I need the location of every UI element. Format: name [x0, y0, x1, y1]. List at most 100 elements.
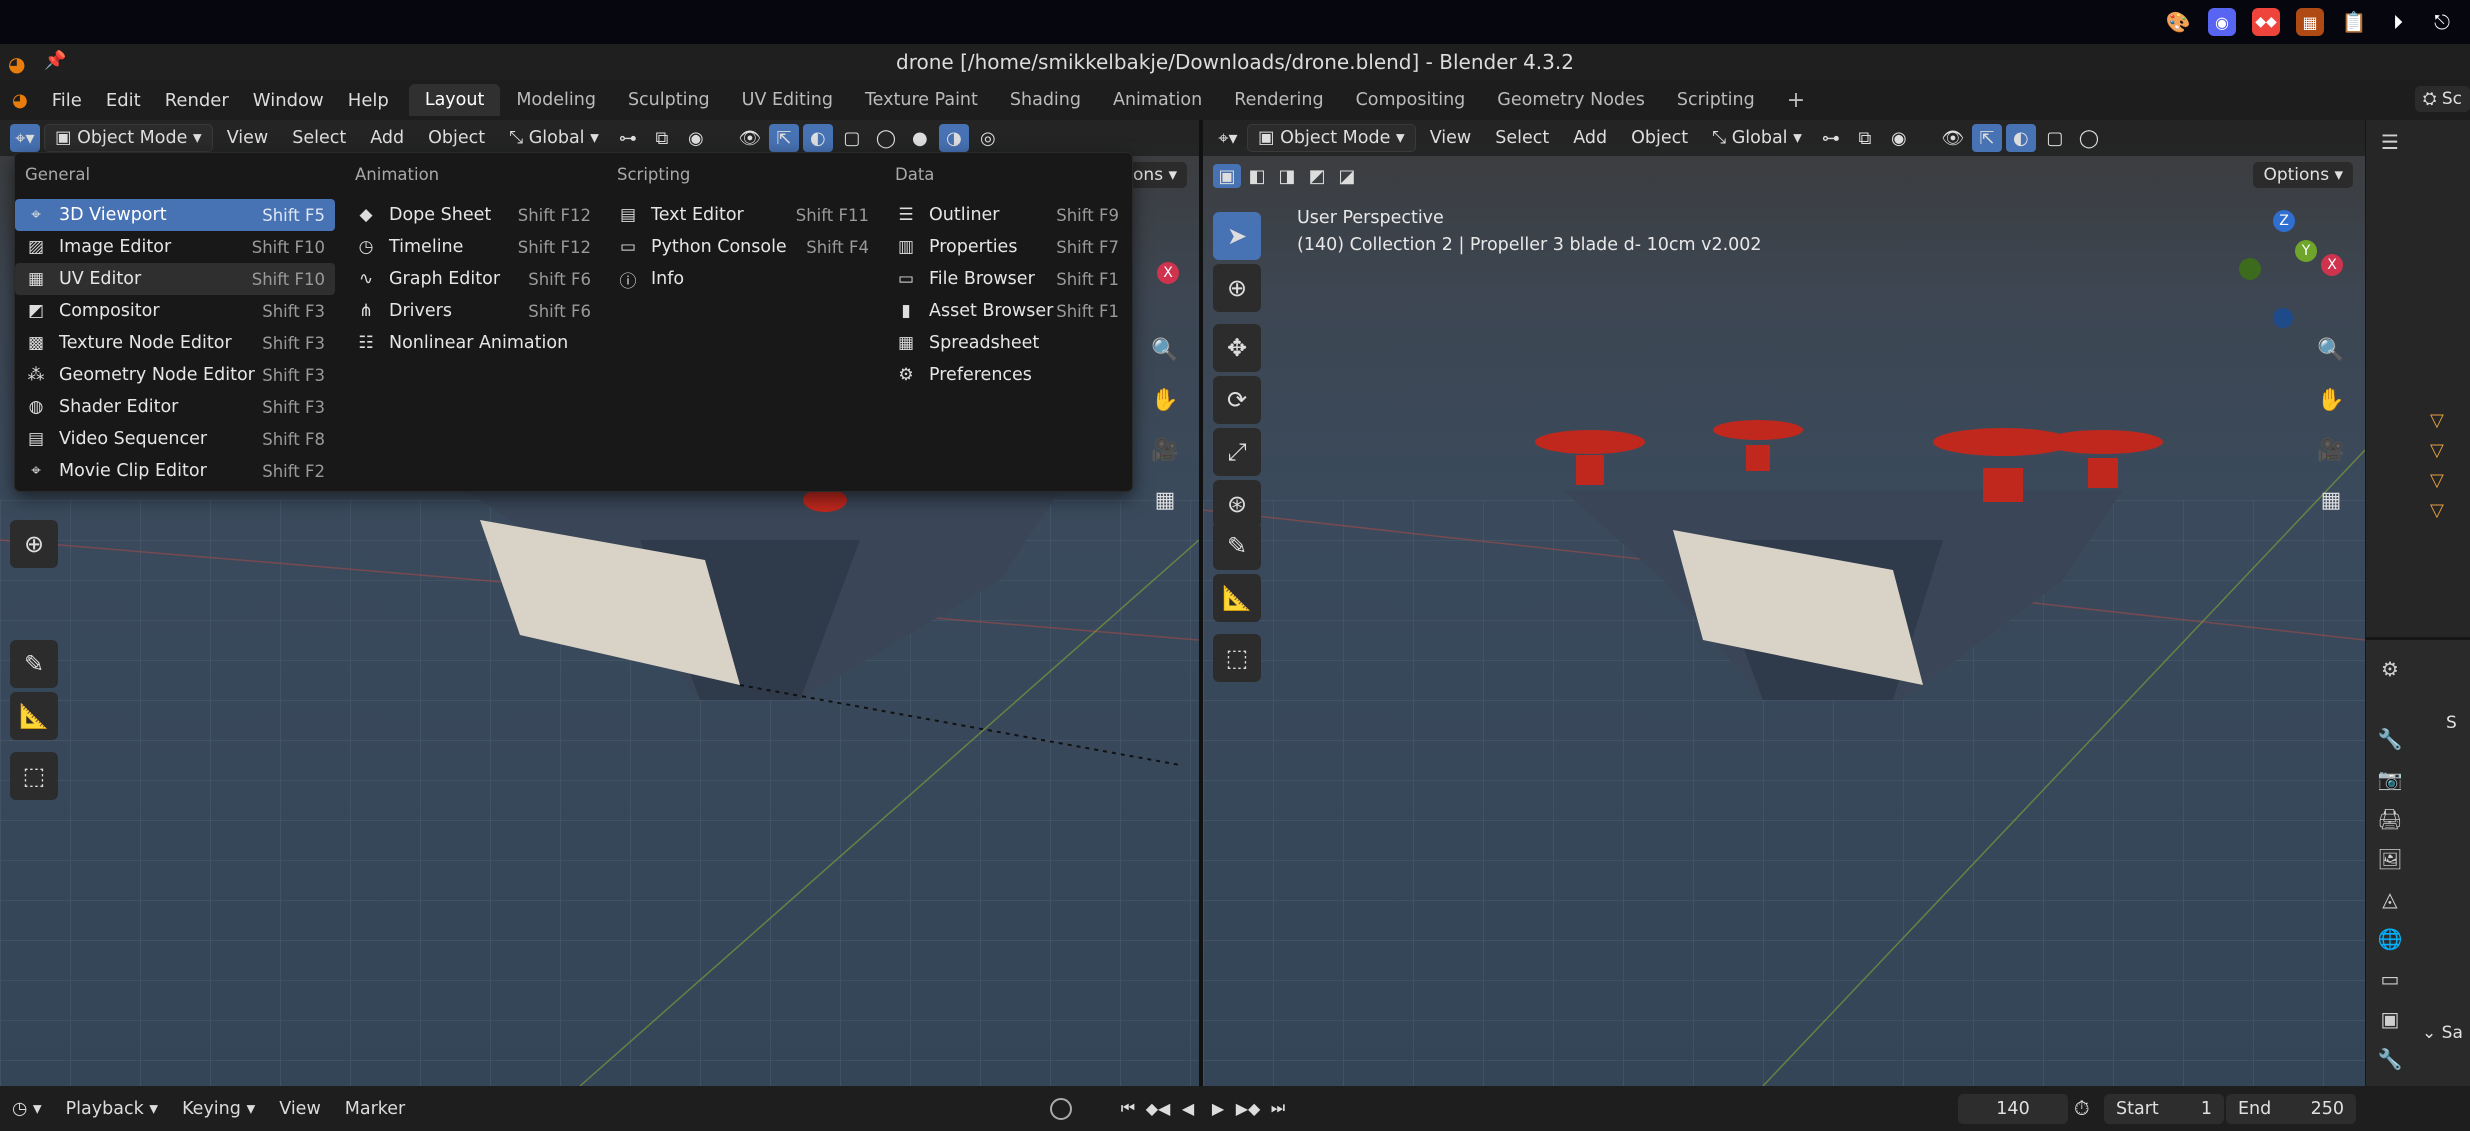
menu-item-dope-sheet[interactable]: ◆ Dope Sheet Shift F12	[345, 199, 601, 231]
outliner-row-icon[interactable]: ▽	[2430, 500, 2444, 521]
tab-sculpting[interactable]: Sculpting	[612, 84, 726, 116]
orientation-dropdown[interactable]: ⤡ Global ▾	[499, 125, 609, 151]
end-frame-field[interactable]: End 250	[2226, 1094, 2356, 1124]
stopwatch-icon[interactable]: ⏱	[2074, 1096, 2090, 1120]
rotate-tool-icon[interactable]: ⟳	[1213, 376, 1261, 424]
wireframe-shading-icon-right[interactable]: ◯	[2074, 124, 2104, 152]
menu-item-drivers[interactable]: ⋔ Drivers Shift F6	[345, 295, 601, 327]
outliner-editor-icon[interactable]: ☰	[2376, 128, 2404, 156]
menu-item-info[interactable]: ⓘ Info	[607, 263, 879, 295]
prev-keyframe-icon[interactable]: ◆◀	[1146, 1095, 1171, 1121]
pivot-icon-right[interactable]: ⊶	[1816, 124, 1846, 152]
world-tab-icon[interactable]: 🌐	[2376, 925, 2404, 953]
tab-compositing[interactable]: Compositing	[1340, 84, 1482, 116]
gizmo-icon[interactable]: ⇱	[768, 124, 799, 152]
mode-dropdown-right[interactable]: ▣ Object Mode ▾	[1247, 124, 1416, 152]
menu-window[interactable]: Window	[241, 90, 336, 111]
next-keyframe-icon[interactable]: ▶◆	[1236, 1095, 1261, 1121]
add-menu[interactable]: Add	[360, 125, 414, 151]
modifier-tab-icon[interactable]: 🔧	[2376, 1045, 2404, 1073]
outliner-row-icon[interactable]: ▽	[2430, 410, 2444, 431]
pan-icon[interactable]: ✋	[1145, 380, 1185, 420]
anydesk-icon[interactable]: ◆◆	[2252, 8, 2280, 36]
tab-geometry-nodes[interactable]: Geometry Nodes	[1481, 84, 1661, 116]
menu-item-geometry-node-editor[interactable]: ⁂ Geometry Node Editor Shift F3	[15, 359, 335, 391]
select-extend-icon[interactable]: ◧	[1243, 164, 1271, 188]
outliner[interactable]: ☰ ▽ ▽ ▽ ▽	[2366, 120, 2470, 640]
scene-tab-icon[interactable]: ◬	[2376, 885, 2404, 913]
jump-end-icon[interactable]: ⏭	[1266, 1095, 1290, 1121]
tab-scripting[interactable]: Scripting	[1661, 84, 1771, 116]
overlay-icon[interactable]: ◐	[802, 124, 833, 152]
menu-file[interactable]: File	[40, 90, 94, 111]
current-frame-field[interactable]: 140	[1958, 1094, 2068, 1124]
menu-item-graph-editor[interactable]: ∿ Graph Editor Shift F6	[345, 263, 601, 295]
mode-dropdown[interactable]: ▣ Object Mode ▾	[44, 124, 213, 152]
menu-item-file-browser[interactable]: ▭ File Browser Shift F1	[885, 263, 1129, 295]
tab-shading[interactable]: Shading	[994, 84, 1097, 116]
tab-rendering[interactable]: Rendering	[1218, 84, 1339, 116]
add-menu-right[interactable]: Add	[1563, 125, 1617, 151]
menu-item-compositor[interactable]: ◩ Compositor Shift F3	[15, 295, 335, 327]
zoom-icon[interactable]: 🔍	[1145, 330, 1185, 370]
select-menu-right[interactable]: Select	[1485, 125, 1559, 151]
annotate-tool-icon-right[interactable]: ✎	[1213, 522, 1261, 570]
object-menu[interactable]: Object	[418, 125, 495, 151]
properties-section-header[interactable]: ⌄ Sa	[2422, 1023, 2463, 1043]
object-tab-icon[interactable]: ▣	[2376, 1005, 2404, 1033]
object-menu-right[interactable]: Object	[1621, 125, 1698, 151]
editor-type-button[interactable]: ⌖▾	[10, 124, 40, 152]
menu-item-outliner[interactable]: ☰ Outliner Shift F9	[885, 199, 1129, 231]
annotate-tool-icon[interactable]: ✎	[10, 640, 58, 688]
menu-item-image-editor[interactable]: ▨ Image Editor Shift F10	[15, 231, 335, 263]
media-play-icon[interactable]: ⏵	[2384, 8, 2412, 36]
menu-item-spreadsheet[interactable]: ▦ Spreadsheet	[885, 327, 1129, 359]
menu-item-python-console[interactable]: ▭ Python Console Shift F4	[607, 231, 879, 263]
pan-icon-right[interactable]: ✋	[2311, 380, 2351, 420]
collection-tab-icon[interactable]: ▭	[2376, 965, 2404, 993]
menu-item-timeline[interactable]: ◷ Timeline Shift F12	[345, 231, 601, 263]
add-workspace-icon[interactable]: +	[1771, 82, 1821, 119]
menu-item-preferences[interactable]: ⚙ Preferences	[885, 359, 1129, 391]
snap-icon[interactable]: ⧉	[647, 124, 677, 152]
measure-tool-icon-right[interactable]: 📐	[1213, 574, 1261, 622]
rendered-shading-icon[interactable]: ◎	[973, 124, 1003, 152]
tab-texture-paint[interactable]: Texture Paint	[849, 84, 994, 116]
move-tool-icon[interactable]: ✥	[1213, 324, 1261, 372]
snap-icon-right[interactable]: ⧉	[1850, 124, 1880, 152]
calendar-icon[interactable]: ▦	[2296, 8, 2324, 36]
overlay-icon-right[interactable]: ◐	[2005, 124, 2036, 152]
select-new-icon[interactable]: ▣	[1213, 164, 1241, 188]
grid-icon[interactable]: ▦	[1145, 480, 1185, 520]
options-button-right[interactable]: Options ▾	[2253, 162, 2353, 188]
tab-layout[interactable]: Layout	[408, 84, 501, 116]
editor-type-button-right[interactable]: ⌖▾	[1213, 124, 1243, 152]
menu-item-nonlinear-animation[interactable]: ☷ Nonlinear Animation	[345, 327, 601, 359]
cursor-tool-icon[interactable]: ⊕	[1213, 264, 1261, 312]
outliner-row-icon[interactable]: ▽	[2430, 440, 2444, 461]
measure-tool-icon[interactable]: 📐	[10, 692, 58, 740]
transform-tool-icon-right[interactable]: ⊛	[1213, 480, 1261, 528]
menu-item-properties[interactable]: ▥ Properties Shift F7	[885, 231, 1129, 263]
left-axis-gizmo[interactable]: X	[1139, 250, 1179, 290]
keying-menu[interactable]: Keying ▾	[170, 1099, 267, 1119]
gizmo-icon-right[interactable]: ⇱	[1971, 124, 2002, 152]
wireframe-shading-icon[interactable]: ◯	[871, 124, 901, 152]
menu-item-asset-browser[interactable]: ▮ Asset Browser Shift F1	[885, 295, 1129, 327]
marker-menu[interactable]: Marker	[333, 1099, 418, 1119]
scale-tool-icon[interactable]: ⤢	[1213, 428, 1261, 476]
record-button[interactable]	[1050, 1098, 1072, 1120]
palette-icon[interactable]: 🎨	[2164, 8, 2192, 36]
grid-icon-right[interactable]: ▦	[2311, 480, 2351, 520]
jump-start-icon[interactable]: ⏮	[1116, 1095, 1140, 1121]
view-menu-timeline[interactable]: View	[267, 1099, 333, 1119]
tab-modeling[interactable]: Modeling	[500, 84, 612, 116]
menu-item-3d-viewport[interactable]: ⌖ 3D Viewport Shift F5	[15, 199, 335, 231]
properties-editor-icon[interactable]: ⚙	[2376, 655, 2404, 683]
scene-selector[interactable]: ⛭ Sc	[2414, 86, 2470, 112]
playback-menu[interactable]: Playback ▾	[54, 1099, 170, 1119]
menu-item-text-editor[interactable]: ▤ Text Editor Shift F11	[607, 199, 879, 231]
xray-icon[interactable]: ▢	[837, 124, 867, 152]
transform-tool-icon[interactable]: ⊕	[10, 520, 58, 568]
play-icon[interactable]: ▶	[1206, 1095, 1230, 1121]
